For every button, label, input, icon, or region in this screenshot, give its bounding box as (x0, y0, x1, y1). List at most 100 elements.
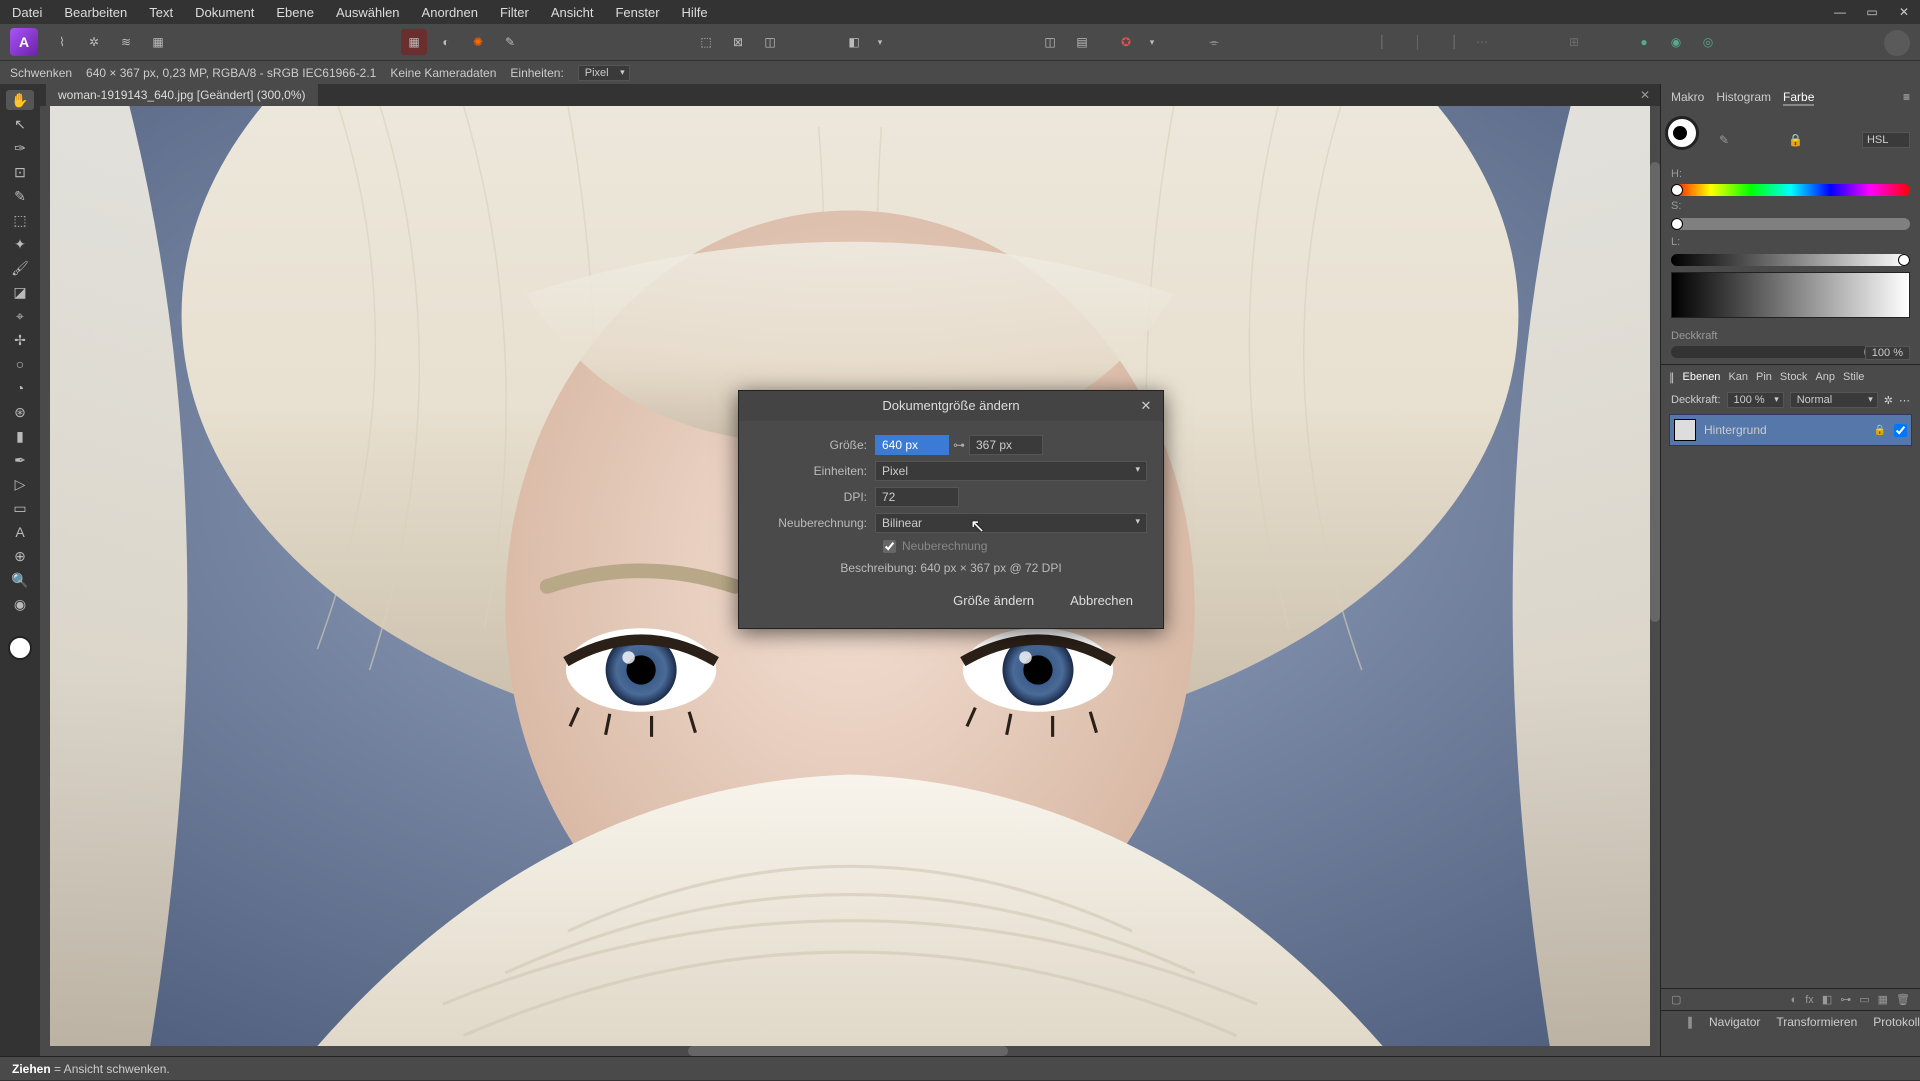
inpaint-tool[interactable]: ✢ (6, 330, 34, 350)
panel-menu-icon[interactable]: ≡ (1903, 90, 1910, 106)
layer-delete-icon[interactable]: 🗑 (1896, 993, 1910, 1006)
minimize-button[interactable]: — (1824, 0, 1856, 24)
dialog-title-bar[interactable]: Dokumentgröße ändern ✕ (739, 391, 1163, 421)
tab-stile[interactable]: Stile (1843, 371, 1864, 384)
layer-link-icon[interactable]: ⊶ (1840, 993, 1851, 1006)
menu-fenster[interactable]: Fenster (615, 5, 659, 20)
layer-add-icon[interactable]: ▦ (1878, 993, 1888, 1006)
snap-icon[interactable]: ⊞ (1561, 29, 1587, 55)
paint-brush-tool[interactable]: 🖌 (6, 258, 34, 278)
units-select[interactable]: Pixel (578, 65, 630, 81)
dialog-units-select[interactable]: Pixel (875, 461, 1147, 481)
autocontrast-icon[interactable]: ✺ (465, 29, 491, 55)
tab-grip-icon[interactable]: ∥ (1669, 371, 1675, 384)
menu-auswaehlen[interactable]: Auswählen (336, 5, 400, 20)
foreground-color-swatch[interactable] (8, 636, 32, 660)
eraser-tool[interactable]: ◪ (6, 282, 34, 302)
snapshot-icon[interactable]: ⌯ (1201, 29, 1227, 55)
persona-develop-button[interactable]: ≋ (113, 29, 139, 55)
shape-tool[interactable]: ▭ (6, 498, 34, 518)
selection-remove-icon[interactable]: ⊠ (725, 29, 751, 55)
grip-icon[interactable]: ∥ (1687, 1015, 1693, 1029)
width-input[interactable]: 640 px (875, 435, 949, 455)
tab-protokoll[interactable]: Protokoll (1873, 1015, 1920, 1029)
assistant-chevron-icon[interactable]: ▾ (1145, 29, 1159, 55)
persona-export-button[interactable]: ▦ (145, 29, 171, 55)
hue-slider[interactable] (1671, 184, 1910, 196)
pen-tool[interactable]: ✒ (6, 450, 34, 470)
dialog-close-button[interactable]: ✕ (1137, 397, 1155, 415)
layer-group-icon[interactable]: ▭ (1859, 993, 1869, 1006)
blend-mode-select[interactable]: Normal (1790, 392, 1878, 408)
arrange-icon[interactable]: ▤ (1069, 29, 1095, 55)
assistant-icon[interactable]: ✪ (1113, 29, 1139, 55)
resize-ok-button[interactable]: Größe ändern (943, 589, 1044, 612)
tab-stock[interactable]: Stock (1780, 371, 1808, 384)
align-center-icon[interactable]: │ (1405, 29, 1431, 55)
menu-ebene[interactable]: Ebene (276, 5, 314, 20)
node-tool[interactable]: ▷ (6, 474, 34, 494)
persona-liquify-button[interactable]: ✲ (81, 29, 107, 55)
secondary-color-swatch[interactable] (1673, 126, 1687, 140)
align-more-icon[interactable]: ⋯ (1469, 29, 1495, 55)
layer-menu-icon[interactable]: ⋯ (1899, 394, 1910, 407)
hand-tool[interactable]: ✋ (6, 90, 34, 110)
autowb-icon[interactable]: ✎ (497, 29, 523, 55)
eyedropper-icon[interactable]: ✎ (1719, 133, 1729, 147)
menu-dokument[interactable]: Dokument (195, 5, 254, 20)
lightness-slider[interactable] (1671, 254, 1910, 266)
persona-photo-button[interactable]: ⌇ (49, 29, 75, 55)
layer-settings-icon[interactable]: ✲ (1884, 394, 1893, 407)
height-input[interactable]: 367 px (969, 435, 1043, 455)
crop-mode-icon[interactable]: ◫ (1037, 29, 1063, 55)
layer-item-background[interactable]: Hintergrund 🔒 (1669, 414, 1912, 446)
layer-blend-icon[interactable]: ◧ (1822, 993, 1832, 1006)
menu-hilfe[interactable]: Hilfe (682, 5, 708, 20)
tab-makro[interactable]: Makro (1671, 90, 1704, 106)
tab-anp[interactable]: Anp (1815, 371, 1835, 384)
flood-select-tool[interactable]: ✦ (6, 234, 34, 254)
cloud-icon[interactable]: ◉ (1663, 29, 1689, 55)
tab-kan[interactable]: Kan (1728, 371, 1748, 384)
link-aspect-icon[interactable]: ⊶ (949, 438, 969, 452)
tab-farbe[interactable]: Farbe (1783, 90, 1814, 106)
menu-text[interactable]: Text (149, 5, 173, 20)
layer-fx-icon[interactable]: fx (1805, 994, 1814, 1006)
tab-histogram[interactable]: Histogram (1716, 90, 1771, 106)
horizontal-scrollbar[interactable] (688, 1046, 1008, 1056)
document-tab[interactable]: woman-1919143_640.jpg [Geändert] (300,0%… (46, 84, 318, 106)
layer-mask-icon[interactable]: ▢ (1671, 993, 1681, 1006)
selection-brush-tool[interactable]: ✎ (6, 186, 34, 206)
color-lock-icon[interactable]: 🔒 (1788, 133, 1803, 147)
menu-filter[interactable]: Filter (500, 5, 529, 20)
retouch-tool[interactable]: ⊛ (6, 402, 34, 422)
resample-checkbox[interactable] (883, 540, 896, 553)
tab-ebenen[interactable]: Ebenen (1683, 371, 1721, 384)
align-left-icon[interactable]: ▏ (1373, 29, 1399, 55)
autocolor-icon[interactable]: ▦ (401, 29, 427, 55)
quickmask-chevron-icon[interactable]: ▾ (873, 29, 887, 55)
selection-invert-icon[interactable]: ◫ (757, 29, 783, 55)
quickmask-icon[interactable]: ◧ (841, 29, 867, 55)
menu-anordnen[interactable]: Anordnen (422, 5, 478, 20)
selection-new-icon[interactable]: ⬚ (693, 29, 719, 55)
crop-tool[interactable]: ⊡ (6, 162, 34, 182)
menu-bearbeiten[interactable]: Bearbeiten (64, 5, 127, 20)
layer-visibility-checkbox[interactable] (1894, 424, 1907, 437)
opacity-value[interactable]: 100 % (1865, 346, 1910, 360)
dodge-tool[interactable]: ○ (6, 354, 34, 374)
document-tab-close[interactable]: ✕ (1640, 88, 1660, 102)
tab-pin[interactable]: Pin (1756, 371, 1772, 384)
text-tool[interactable]: A (6, 522, 34, 542)
mesh-tool[interactable]: ⊕ (6, 546, 34, 566)
autolevels-icon[interactable]: ◐ (433, 29, 459, 55)
dpi-input[interactable]: 72 (875, 487, 959, 507)
layer-lock-icon[interactable]: 🔒 (1874, 425, 1886, 436)
move-tool[interactable]: ↖ (6, 114, 34, 134)
maximize-button[interactable]: ▭ (1856, 0, 1888, 24)
tab-navigator[interactable]: Navigator (1709, 1015, 1760, 1029)
account-avatar-button[interactable] (1884, 30, 1910, 56)
color-gradient-well[interactable] (1671, 272, 1910, 318)
share-icon[interactable]: ◎ (1695, 29, 1721, 55)
vertical-scrollbar[interactable] (1650, 162, 1660, 622)
